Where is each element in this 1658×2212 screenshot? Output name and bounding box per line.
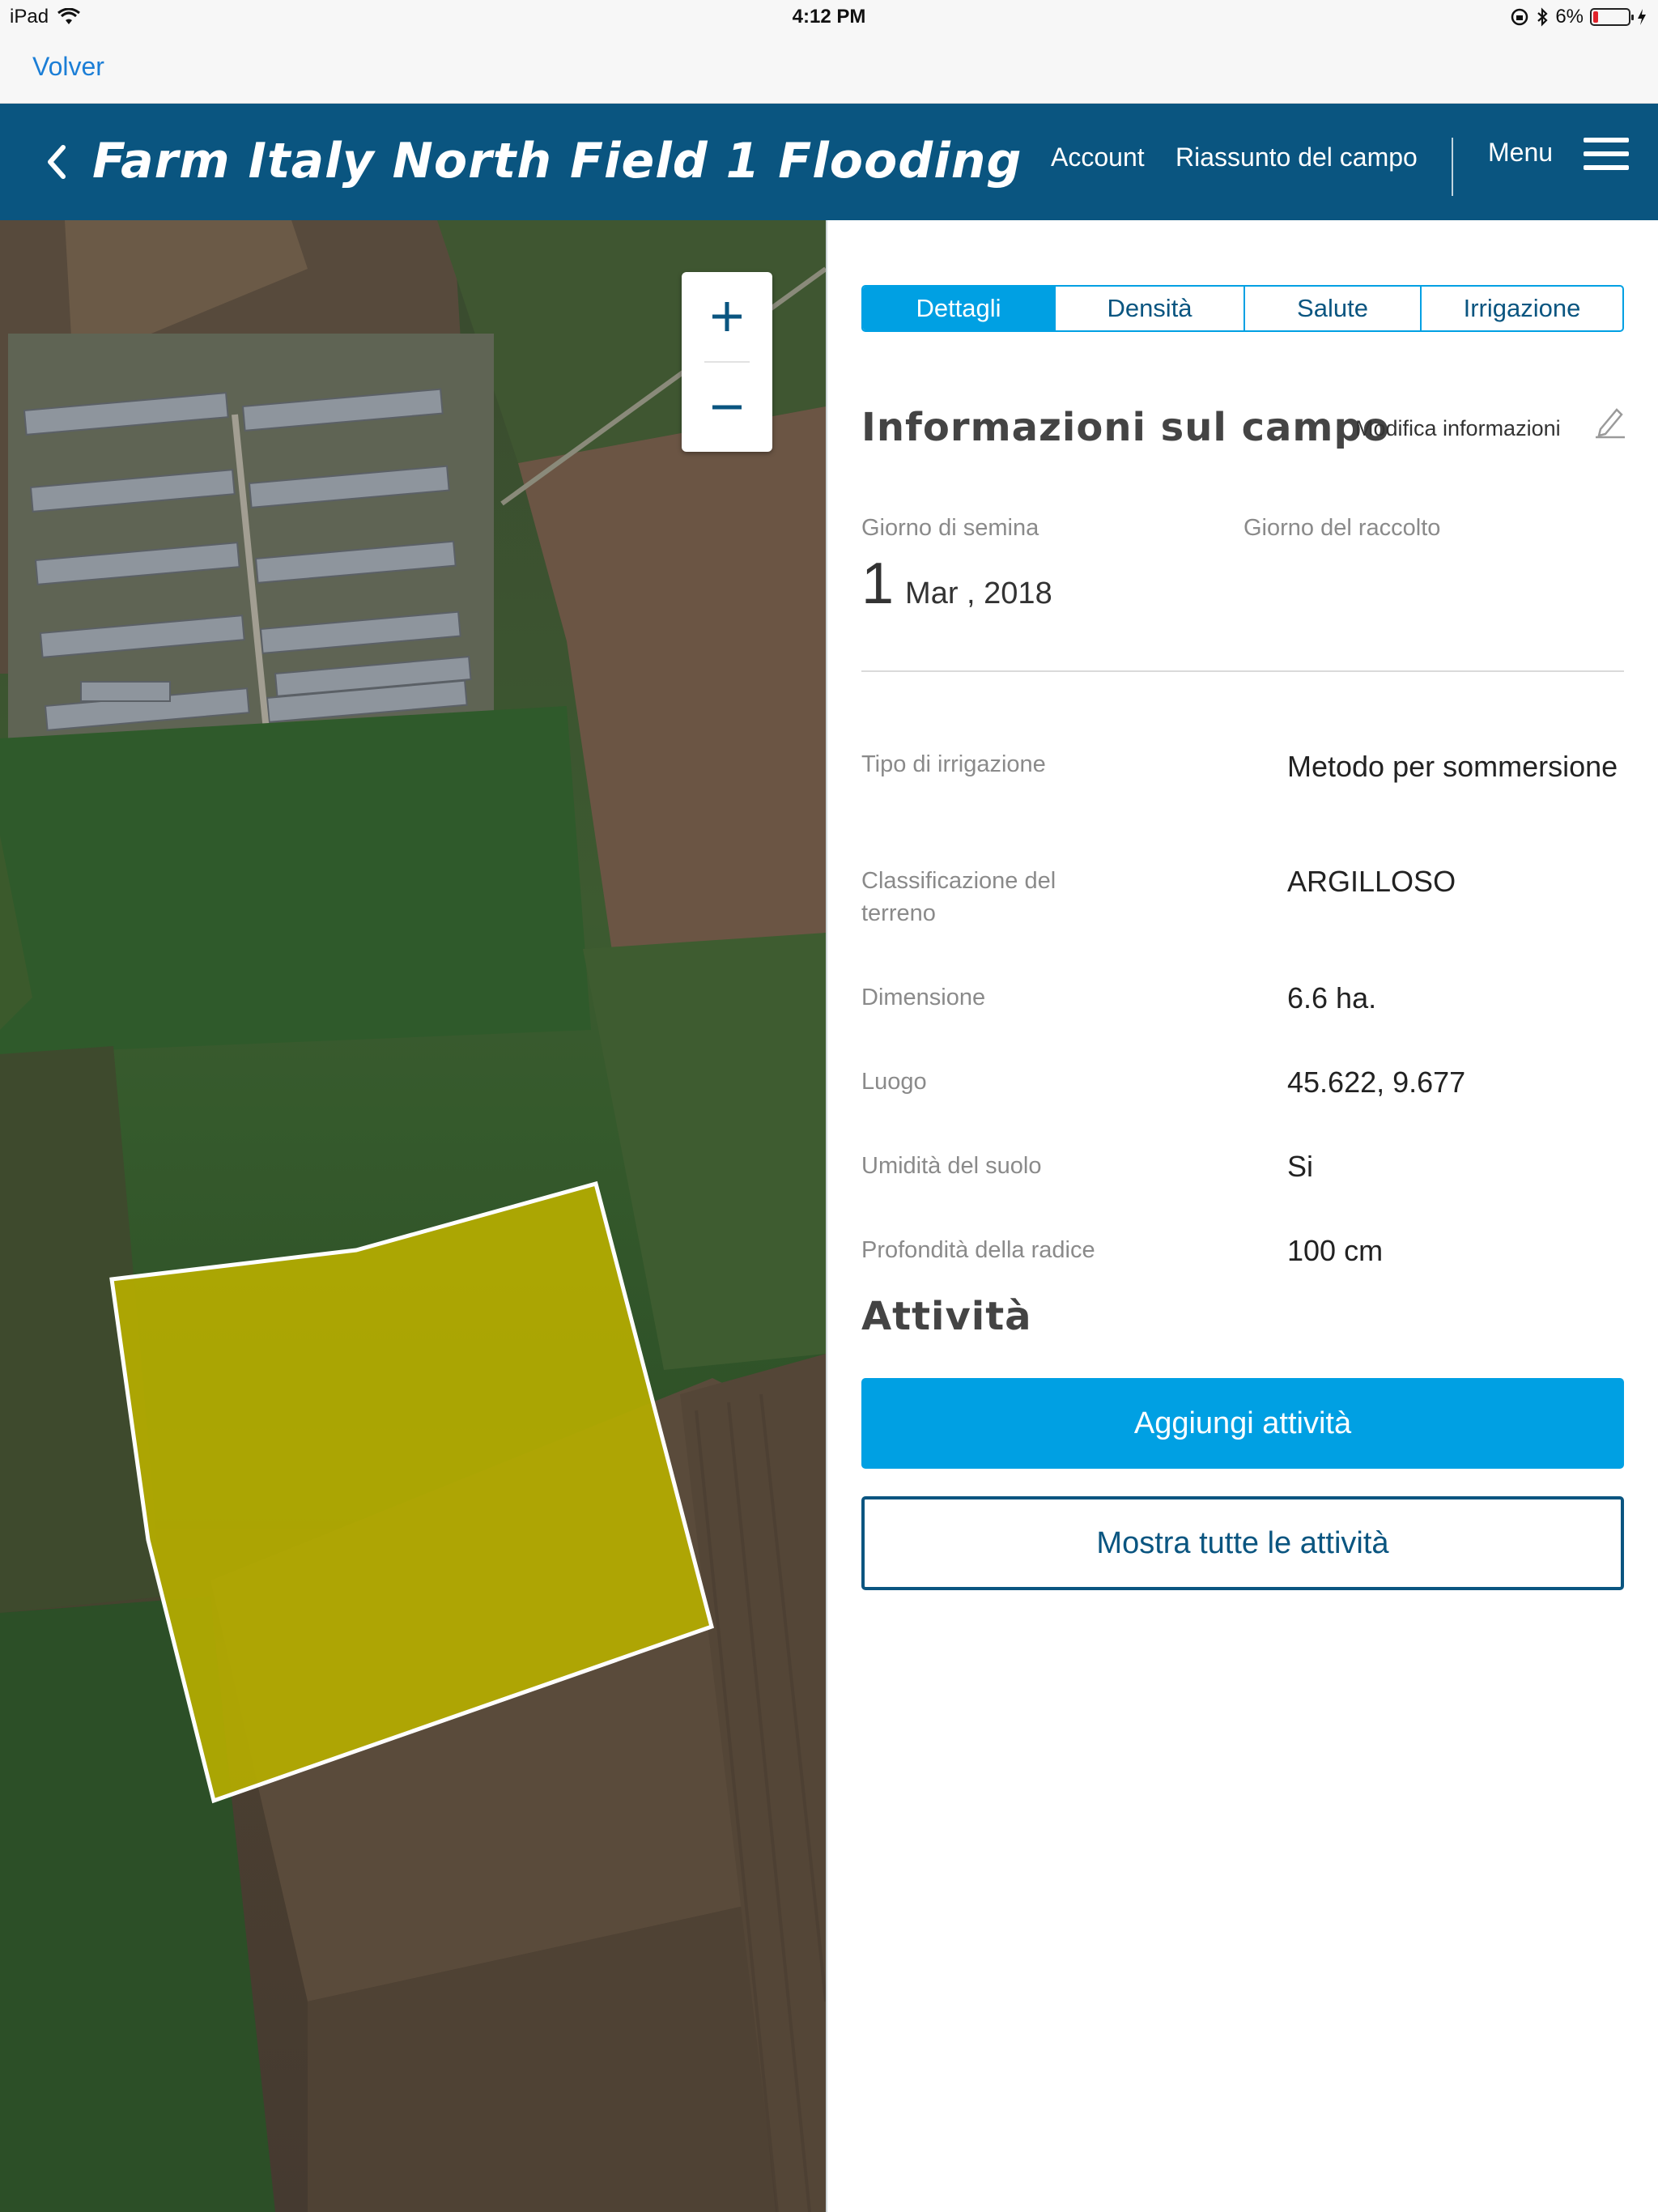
location-label: Luogo (861, 1069, 927, 1095)
root-depth-value: 100 cm (1287, 1234, 1384, 1267)
zoom-control (682, 272, 772, 452)
satellite-map[interactable] (0, 220, 826, 2212)
tab-density[interactable]: Densità (1056, 287, 1245, 330)
app-header: Farm Italy North Field 1 Flooding Accoun… (0, 104, 1658, 220)
satellite-imagery (0, 220, 826, 2212)
sowing-month-year: Mar , 2018 (905, 576, 1052, 610)
field-info-title: Informazioni sul campo (861, 405, 1390, 450)
status-right: 6% (1510, 6, 1647, 28)
sowing-day-label: Giorno di semina (861, 515, 1039, 541)
zoom-out-button[interactable] (682, 363, 772, 452)
root-depth-label: Profondità della radice (861, 1237, 1095, 1263)
add-activity-button[interactable]: Aggiungi attività (861, 1378, 1624, 1469)
rotation-lock-icon (1511, 8, 1528, 26)
tab-details[interactable]: Dettagli (863, 287, 1056, 330)
back-link[interactable]: Volver (32, 52, 104, 82)
zoom-in-button[interactable] (682, 272, 772, 361)
header-divider (1452, 138, 1453, 196)
show-all-activities-button[interactable]: Mostra tutte le attività (861, 1496, 1624, 1590)
activities-title: Attività (861, 1294, 1032, 1339)
tab-health[interactable]: Salute (1245, 287, 1422, 330)
battery-percent: 6% (1555, 6, 1584, 28)
size-value: 6.6 ha. (1287, 981, 1377, 1015)
tab-irrigation[interactable]: Irrigazione (1422, 287, 1622, 330)
charging-icon (1638, 9, 1646, 25)
chevron-left-icon[interactable] (40, 141, 73, 183)
soil-class-label: Classificazione del terreno (861, 868, 1056, 926)
sowing-date: 1 Mar , 2018 (861, 551, 1052, 617)
bluetooth-icon (1537, 7, 1548, 27)
edit-info-link[interactable]: Modifica informazioni (1355, 416, 1561, 441)
minus-icon (712, 405, 742, 410)
soil-class-value: ARGILLOSO (1287, 865, 1456, 898)
location-value: 45.622, 9.677 (1287, 1066, 1466, 1099)
irrigation-type-label: Tipo di irrigazione (861, 751, 1046, 777)
details-panel: Dettagli Densità Salute Irrigazione Info… (827, 220, 1658, 2212)
size-label: Dimensione (861, 985, 986, 1010)
status-time: 4:12 PM (792, 6, 866, 28)
hamburger-menu-icon[interactable] (1584, 138, 1629, 170)
field-summary-link[interactable]: Riassunto del campo (1175, 143, 1418, 172)
menu-label[interactable]: Menu (1488, 138, 1553, 168)
soil-moisture-value: Si (1287, 1150, 1314, 1183)
back-bar: Volver (0, 32, 1658, 104)
harvest-day-label: Giorno del raccolto (1244, 515, 1441, 541)
status-bar: iPad 4:12 PM 6% (0, 0, 1658, 32)
sowing-day-number: 1 (861, 551, 895, 616)
page-title: Farm Italy North Field 1 Flooding (92, 133, 1022, 189)
tab-bar: Dettagli Densità Salute Irrigazione (861, 285, 1624, 332)
soil-moisture-label: Umidità del suolo (861, 1153, 1042, 1179)
pencil-icon[interactable] (1592, 403, 1628, 439)
irrigation-type-value: Metodo per sommersione (1287, 750, 1618, 783)
account-link[interactable]: Account (1051, 143, 1145, 172)
plus-icon (712, 302, 742, 331)
section-divider (861, 670, 1624, 672)
battery-icon (1590, 8, 1634, 26)
